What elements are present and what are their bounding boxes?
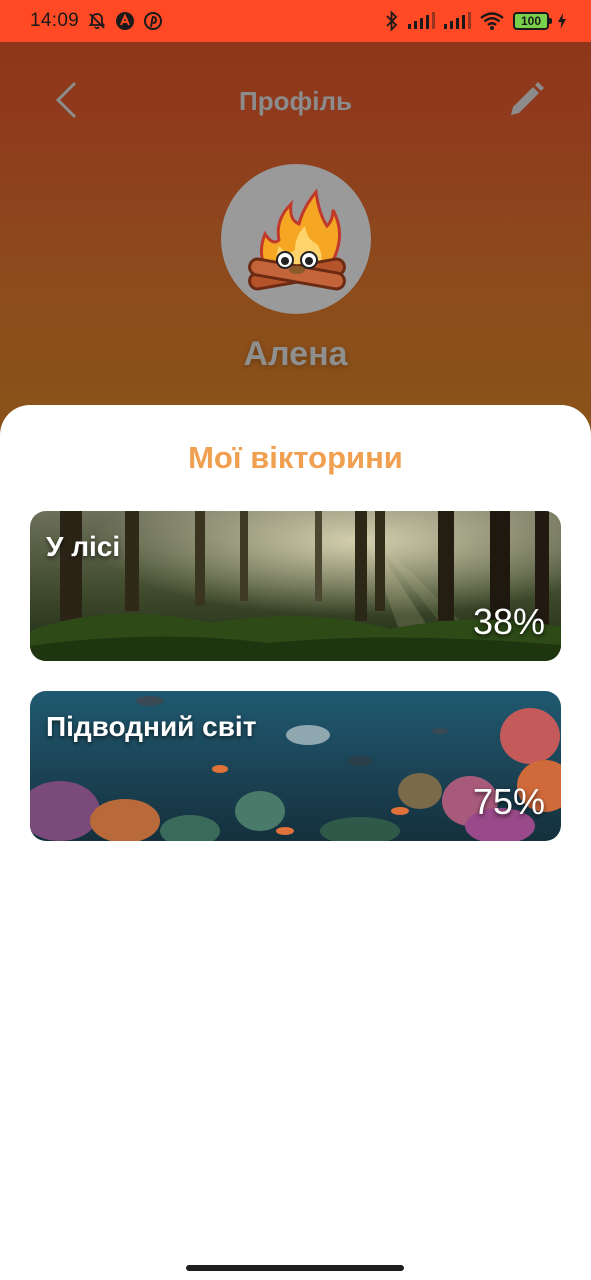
battery-level: 100: [520, 14, 542, 28]
charging-icon: [557, 13, 567, 29]
quizzes-title: Мої вікторини: [188, 440, 403, 475]
quiz-card-forest[interactable]: У лісі 38%: [30, 511, 561, 661]
status-bar: 14:09 100: [0, 0, 591, 42]
home-indicator[interactable]: [186, 1265, 404, 1271]
wifi-icon: [479, 11, 505, 31]
campfire-mascot-icon: [248, 188, 346, 291]
pinterest-icon: [143, 11, 163, 31]
quiz-progress: 38%: [472, 601, 545, 642]
profile-name: Алена: [243, 335, 348, 373]
quiz-card-underwater[interactable]: Підводний світ 75%: [30, 691, 561, 841]
edit-profile-button[interactable]: [502, 80, 550, 124]
signal-icon: [407, 12, 435, 30]
app-a-icon: [115, 11, 135, 31]
quiz-title: Підводний світ: [46, 711, 257, 742]
quiz-progress: 75%: [472, 781, 545, 822]
status-time: 14:09: [30, 10, 80, 31]
quiz-title: У лісі: [46, 531, 121, 562]
pencil-icon: [506, 80, 546, 125]
signal-icon: [443, 12, 471, 30]
bell-off-icon: [87, 11, 107, 31]
avatar: [221, 164, 371, 314]
battery-icon: 100: [513, 12, 552, 30]
bluetooth-icon: [385, 10, 399, 32]
